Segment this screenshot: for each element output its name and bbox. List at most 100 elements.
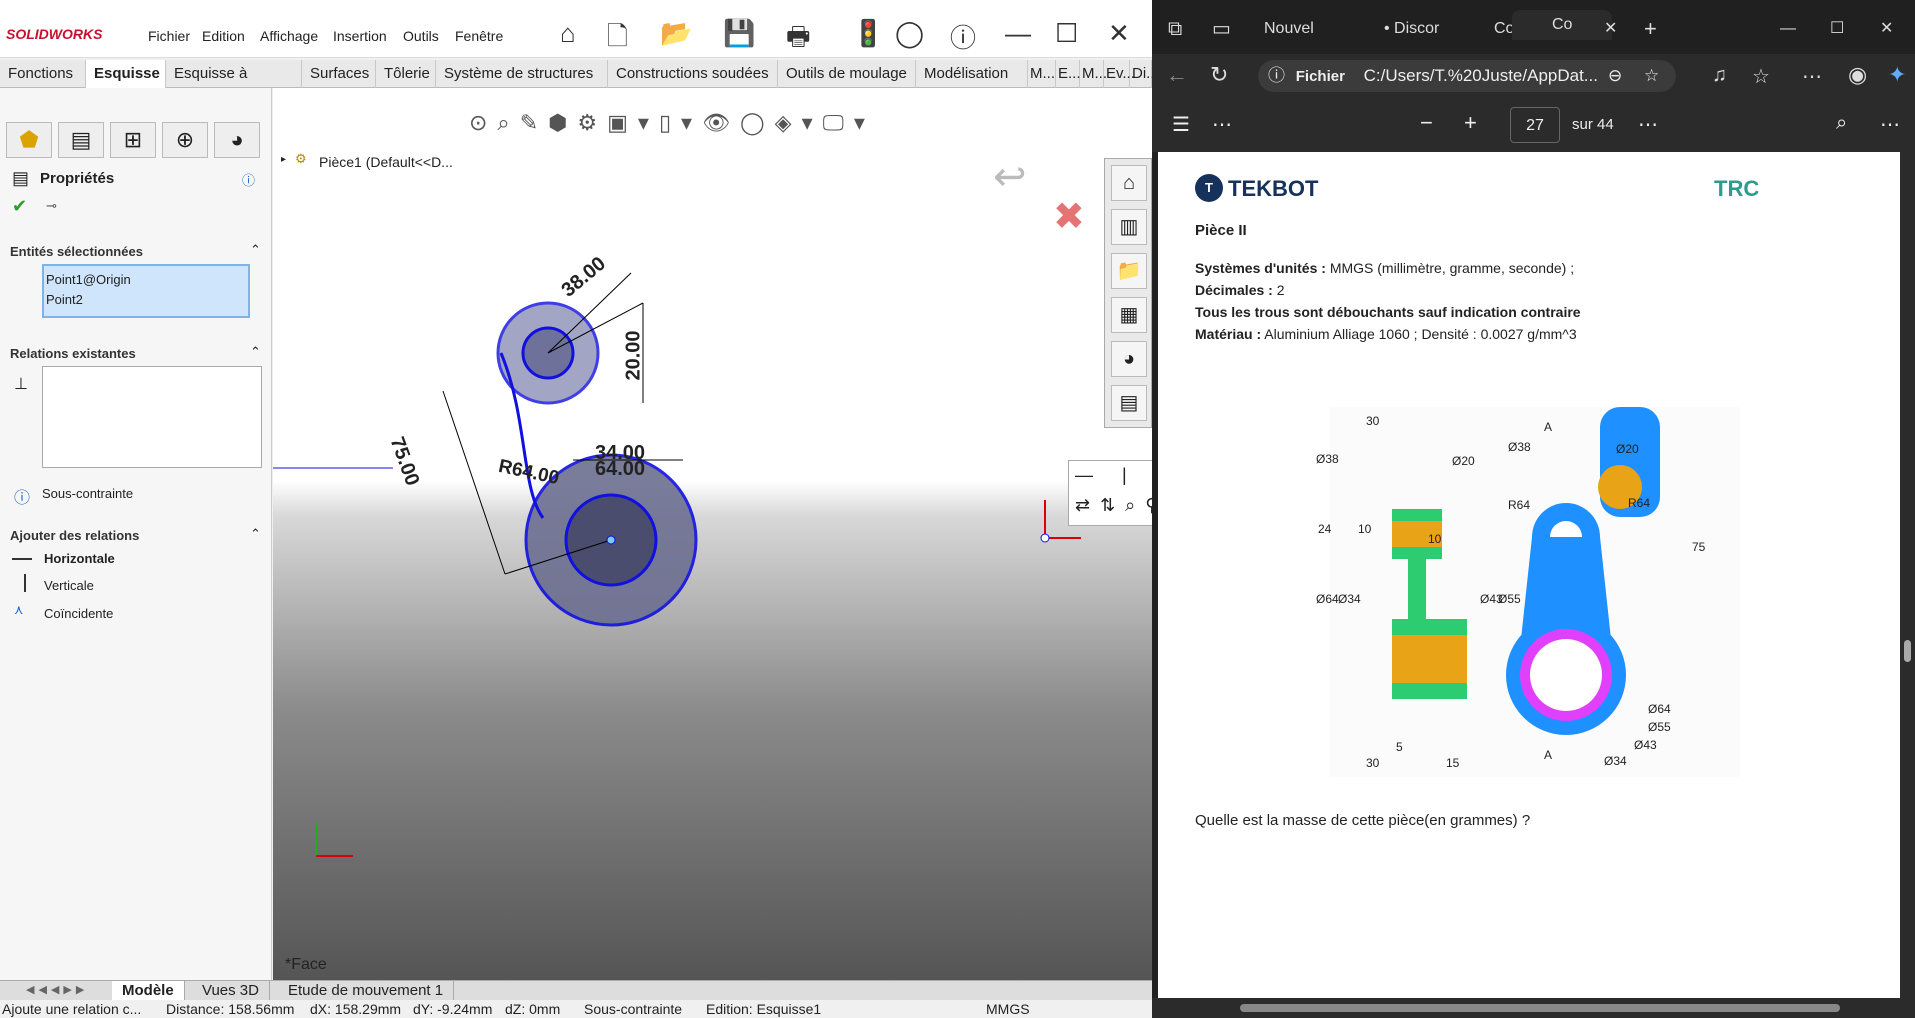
rebuild-traffic-light-icon[interactable]: 🚦	[852, 18, 884, 49]
pdf-horizontal-scrollbar[interactable]	[1152, 998, 1915, 1018]
open-file-icon[interactable]: 📂	[660, 18, 692, 49]
menu-fenetre[interactable]: Fenêtre	[455, 28, 503, 44]
sketch-origin[interactable]	[1040, 533, 1050, 543]
graphics-area[interactable]: ▸ ⚙ Pièce1 (Default<<D... ⊙⌕✎⬢⚙▣▾▯▾👁◯◈▾🖵…	[273, 88, 1152, 980]
refresh-icon[interactable]: ↻	[1210, 62, 1228, 88]
more-icon[interactable]: ⋯	[1880, 112, 1900, 137]
maximize-icon[interactable]: ☐	[1055, 18, 1078, 49]
save-icon[interactable]: 💾	[723, 18, 755, 49]
collapse-chevron-icon[interactable]: ⌃	[250, 242, 261, 258]
tab-nouvel[interactable]: Nouvel	[1264, 14, 1374, 44]
maximize-icon[interactable]: ☐	[1830, 14, 1844, 44]
info-icon[interactable]: ⓘ	[1268, 66, 1285, 85]
configuration-manager-icon[interactable]: ⊞	[110, 122, 156, 158]
tab-pdf-active[interactable]: Co	[1512, 10, 1612, 40]
list-item[interactable]: Point1@Origin	[46, 270, 246, 290]
user-icon[interactable]: ◯	[895, 18, 924, 49]
horizontal-relation-icon[interactable]	[12, 558, 32, 560]
scroll-thumb[interactable]	[1240, 1004, 1840, 1012]
sketch-canvas[interactable]	[273, 88, 1152, 980]
help-circle-icon[interactable]: ⓘ	[242, 170, 255, 189]
tab-discord-1[interactable]: • Discor	[1384, 14, 1484, 44]
home-icon[interactable]: ⌂	[560, 18, 576, 49]
more-icon[interactable]: ⋯	[1212, 112, 1232, 137]
favorites-icon[interactable]: ☆	[1752, 64, 1770, 89]
tab-modele[interactable]: Modèle	[112, 981, 185, 1001]
tab-tolerie[interactable]: Tôlerie	[376, 60, 436, 88]
help-icon[interactable]: ⓘ	[950, 18, 976, 55]
selected-entities-list[interactable]: Point1@Origin Point2	[42, 264, 250, 318]
read-aloud-icon[interactable]: ♫	[1712, 64, 1727, 87]
dimxpert-icon[interactable]: ⊕	[162, 122, 208, 158]
tab-m2[interactable]: M...	[1080, 60, 1107, 88]
zoom-icon[interactable]: ⊖	[1608, 60, 1622, 92]
tab-e[interactable]: E...	[1056, 60, 1081, 88]
property-manager-icon[interactable]: ▤	[58, 122, 104, 158]
pdf-vertical-scrollbar[interactable]	[1900, 152, 1915, 998]
tab-modelisation[interactable]: Modélisation ...	[916, 60, 1028, 110]
status-units[interactable]: MMGS	[986, 1000, 1030, 1018]
zoom-in-icon[interactable]: +	[1464, 110, 1477, 136]
list-item[interactable]: Point2	[46, 290, 246, 310]
new-document-icon[interactable]: 🗋	[607, 18, 628, 62]
more-icon[interactable]: ⋯	[1638, 112, 1658, 137]
file-explorer-icon[interactable]: 📁	[1111, 253, 1147, 289]
vertical-relation-icon[interactable]	[24, 574, 26, 592]
existing-relations-list[interactable]	[42, 366, 262, 468]
coincident-relation-icon[interactable]: ⋏	[14, 602, 24, 618]
workspaces-icon[interactable]: ⧉	[1168, 14, 1182, 44]
tab-outils-moulage[interactable]: Outils de moulage	[778, 60, 916, 88]
copilot-icon[interactable]: ✦	[1888, 62, 1906, 88]
custom-properties-icon[interactable]: ▤	[1111, 385, 1147, 421]
print-icon[interactable]: 🖶	[786, 18, 811, 62]
relation-verticale[interactable]: Verticale	[44, 578, 94, 593]
tab-esquisse[interactable]: Esquisse	[86, 60, 166, 88]
ok-check-icon[interactable]: ✔	[12, 196, 27, 217]
tab-vues-3d[interactable]: Vues 3D	[192, 981, 270, 1001]
tab-surfaces[interactable]: Surfaces	[302, 60, 376, 88]
menu-insertion[interactable]: Insertion	[333, 28, 387, 44]
relation-horizontale[interactable]: Horizontale	[44, 551, 115, 566]
tab-nav-arrows[interactable]: ◀◀◀▶▶	[26, 983, 88, 996]
tab-close-icon[interactable]: ✕	[1604, 14, 1617, 44]
tab-constructions-soudees[interactable]: Constructions soudées	[608, 60, 778, 88]
sw-resources-icon[interactable]: ⌂	[1111, 165, 1147, 201]
tab-m1[interactable]: M...	[1028, 60, 1056, 88]
relation-coincidente[interactable]: Coïncidente	[44, 606, 113, 621]
dimension-20[interactable]: 20.00	[623, 330, 646, 380]
tab-ev[interactable]: Ev...	[1104, 60, 1135, 88]
appearances-icon[interactable]: ◕	[1111, 341, 1147, 377]
tab-di[interactable]: Di...	[1130, 60, 1159, 88]
profile-icon[interactable]: ◉	[1848, 62, 1867, 88]
dimension-64[interactable]: 64.00	[595, 458, 645, 481]
minimize-icon[interactable]: —	[1005, 18, 1031, 49]
menu-affichage[interactable]: Affichage	[260, 28, 318, 44]
back-icon[interactable]: ←	[1166, 62, 1188, 88]
favorite-star-icon[interactable]: ☆	[1644, 60, 1659, 92]
menu-outils[interactable]: Outils	[403, 28, 439, 44]
zoom-out-icon[interactable]: −	[1420, 110, 1433, 136]
new-tab-icon[interactable]: +	[1644, 14, 1657, 44]
collapse-chevron-icon[interactable]: ⌃	[250, 526, 261, 542]
close-icon[interactable]: ✕	[1880, 14, 1893, 44]
tab-actions-icon[interactable]: ▭	[1212, 14, 1231, 44]
tab-esquisse-encre[interactable]: Esquisse à l'encre	[166, 60, 302, 110]
tab-etude-mouvement[interactable]: Etude de mouvement 1	[278, 981, 455, 1001]
tab-fonctions[interactable]: Fonctions	[0, 60, 86, 88]
scroll-thumb[interactable]	[1904, 640, 1911, 662]
sketch-point-2[interactable]	[606, 535, 616, 545]
design-library-icon[interactable]: ▥	[1111, 209, 1147, 245]
address-field[interactable]: ⓘ Fichier C:/Users/T.%20Juste/AppDat... …	[1258, 60, 1676, 92]
feature-manager-icon[interactable]: ⬟	[6, 122, 52, 158]
settings-more-icon[interactable]: ⋯	[1802, 64, 1822, 89]
contents-icon[interactable]: ☰	[1172, 112, 1190, 137]
pin-icon[interactable]: ⊸	[46, 198, 57, 214]
collapse-chevron-icon[interactable]: ⌃	[250, 344, 261, 360]
menu-edition[interactable]: Edition	[202, 28, 245, 44]
display-manager-icon[interactable]: ◕	[214, 122, 260, 158]
page-number-input[interactable]: 27	[1510, 107, 1560, 143]
view-palette-icon[interactable]: ▦	[1111, 297, 1147, 333]
minimize-icon[interactable]: —	[1780, 14, 1796, 44]
close-icon[interactable]: ✕	[1108, 18, 1130, 49]
search-icon[interactable]: ⌕	[1836, 112, 1847, 135]
